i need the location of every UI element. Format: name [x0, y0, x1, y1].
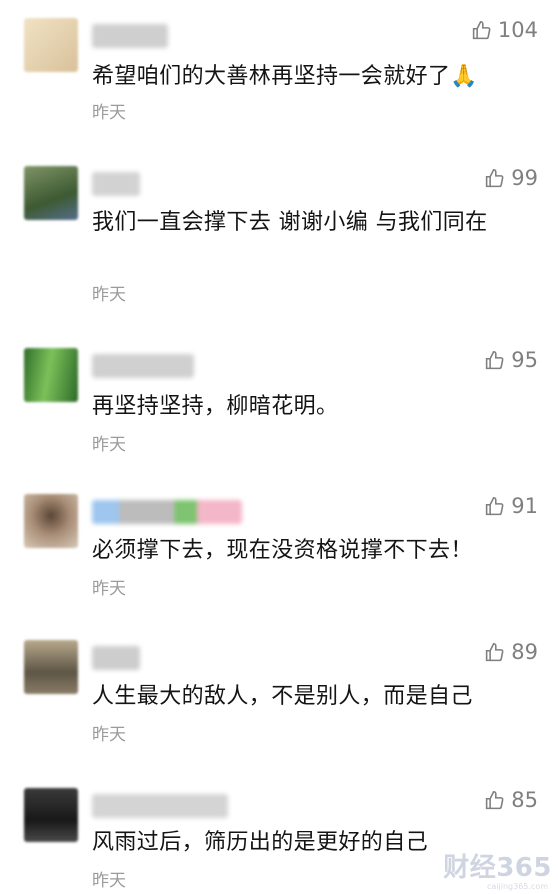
- like-button[interactable]: 99: [484, 166, 538, 190]
- nickname-blurred[interactable]: [92, 500, 242, 524]
- thumbs-up-icon: [472, 20, 491, 39]
- like-count: 89: [511, 640, 538, 664]
- comment-time: 昨天: [92, 285, 126, 305]
- nickname-blurred[interactable]: [92, 794, 228, 818]
- like-count: 85: [511, 788, 538, 812]
- thumbs-up-icon: [486, 790, 504, 809]
- nickname-blurred[interactable]: [92, 354, 194, 378]
- avatar[interactable]: [24, 348, 78, 402]
- like-button[interactable]: 95: [484, 348, 538, 372]
- like-button[interactable]: 89: [484, 640, 538, 664]
- avatar[interactable]: [24, 640, 78, 694]
- thumbs-up-icon: [486, 642, 504, 661]
- nickname-blurred[interactable]: [92, 172, 140, 196]
- comment-time: 昨天: [92, 725, 126, 745]
- watermark-url: caijing365.com: [486, 882, 548, 891]
- like-count: 99: [511, 166, 538, 190]
- avatar[interactable]: [24, 494, 78, 548]
- nickname-blurred[interactable]: [92, 24, 168, 48]
- like-button[interactable]: 85: [484, 788, 538, 812]
- comment-time: 昨天: [92, 103, 126, 123]
- comment-time: 昨天: [92, 435, 126, 455]
- avatar[interactable]: [24, 166, 78, 220]
- avatar[interactable]: [24, 788, 78, 842]
- like-count: 95: [511, 348, 538, 372]
- comment-text: 人生最大的敌人，不是别人，而是自己: [92, 684, 473, 709]
- like-count: 104: [497, 18, 538, 42]
- thumbs-up-icon: [486, 496, 504, 515]
- nickname-blurred[interactable]: [92, 646, 140, 670]
- comment-time: 昨天: [92, 579, 126, 599]
- comment-text: 我们一直会撑下去 谢谢小编 与我们同在: [92, 210, 488, 235]
- pray-emoji: 🙏: [450, 64, 479, 89]
- like-button[interactable]: 104: [471, 18, 538, 42]
- watermark-logo: 财经365: [443, 853, 552, 883]
- thumbs-up-icon: [486, 168, 504, 187]
- avatar[interactable]: [24, 18, 78, 72]
- like-button[interactable]: 91: [484, 494, 538, 518]
- thumbs-up-icon: [486, 350, 504, 369]
- comment-time: 昨天: [92, 871, 126, 891]
- comment-text: 希望咱们的大善林再坚持一会就好了🙏: [92, 64, 479, 89]
- comment-text: 再坚持坚持，柳暗花明。: [92, 394, 339, 419]
- like-count: 91: [511, 494, 538, 518]
- comment-text: 必须撑下去，现在没资格说撑不下去！: [92, 538, 473, 563]
